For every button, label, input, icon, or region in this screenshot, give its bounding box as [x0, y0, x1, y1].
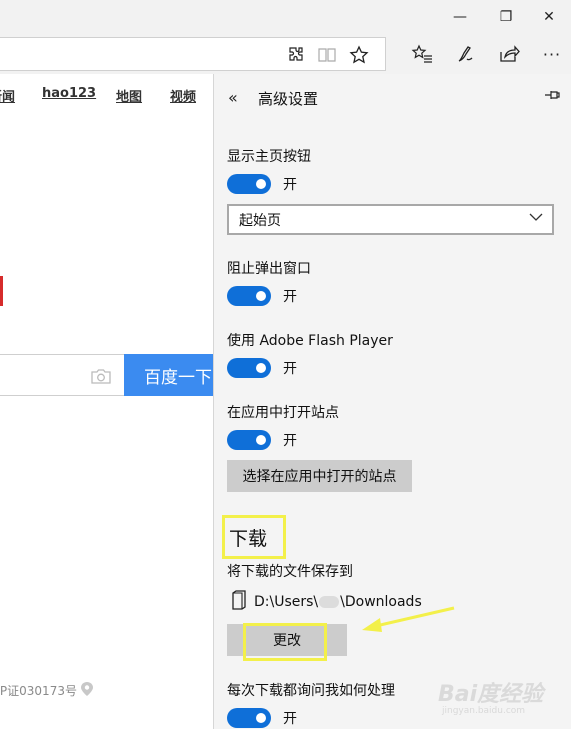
- toggle-knob: [256, 435, 266, 445]
- nav-link-news[interactable]: 新闻: [0, 86, 15, 105]
- nav-link-map[interactable]: 地图: [116, 86, 142, 105]
- pin-icon[interactable]: [544, 89, 560, 105]
- search-input[interactable]: [0, 354, 124, 396]
- minimize-icon: —: [453, 9, 467, 25]
- folder-icon: [231, 590, 247, 614]
- popup-block-toggle-text: 开: [283, 289, 297, 305]
- logo-fragment: [0, 276, 3, 306]
- change-folder-button[interactable]: 更改: [227, 624, 347, 656]
- open-in-app-toggle-row: 开: [227, 430, 297, 450]
- nav-link-hao123[interactable]: hao123: [42, 86, 96, 101]
- web-page: 新闻 hao123 地图 视频 百度一下 ICP证030173号: [0, 74, 213, 729]
- favorites-list-icon[interactable]: [409, 42, 435, 66]
- watermark-sub: jingyan.baidu.com: [442, 706, 526, 716]
- back-icon[interactable]: «: [228, 88, 238, 107]
- toggle-knob: [256, 291, 266, 301]
- ask-download-toggle-row: 开: [227, 708, 297, 728]
- toggle-knob: [256, 179, 266, 189]
- search-button[interactable]: 百度一下: [124, 354, 213, 396]
- share-icon[interactable]: [496, 42, 522, 66]
- open-in-app-toggle[interactable]: [227, 430, 271, 450]
- ask-download-toggle[interactable]: [227, 708, 271, 728]
- title-bar: — ❐ ✕: [0, 0, 571, 34]
- popup-block-label: 阻止弹出窗口: [227, 261, 311, 277]
- maximize-icon: ❐: [499, 9, 513, 25]
- minimize-button[interactable]: —: [437, 0, 483, 34]
- popup-block-toggle-row: 开: [227, 286, 297, 306]
- reading-view-icon[interactable]: [316, 45, 338, 65]
- open-in-app-label: 在应用中打开站点: [227, 405, 339, 421]
- icp-text: ICP证030173号: [0, 681, 94, 700]
- downloads-section-title: 下载: [222, 515, 286, 559]
- home-button-toggle-row: 开: [227, 174, 297, 194]
- more-icon[interactable]: ···: [539, 42, 565, 66]
- nav-link-video[interactable]: 视频: [170, 86, 196, 105]
- extensions-icon[interactable]: [285, 45, 307, 65]
- address-bar[interactable]: [0, 37, 386, 71]
- camera-icon[interactable]: [90, 367, 112, 389]
- popup-block-toggle[interactable]: [227, 286, 271, 306]
- chevron-down-icon: [529, 211, 543, 225]
- flash-toggle-row: 开: [227, 358, 297, 378]
- panel-header: « 高级设置: [214, 74, 571, 120]
- watermark: Bai度经验 jingyan.baidu.com: [432, 672, 566, 720]
- home-button-toggle[interactable]: [227, 174, 271, 194]
- browser-toolbar: ···: [0, 34, 571, 74]
- open-in-app-toggle-text: 开: [283, 433, 297, 449]
- favorite-star-icon[interactable]: [348, 45, 370, 65]
- home-button-toggle-text: 开: [283, 177, 297, 193]
- annotation-arrow: [362, 606, 455, 632]
- ask-download-label: 每次下载都询问我如何处理: [227, 683, 395, 699]
- toggle-knob: [256, 713, 266, 723]
- home-button-label: 显示主页按钮: [227, 149, 311, 165]
- flash-label: 使用 Adobe Flash Player: [227, 333, 393, 349]
- redacted-username: [319, 596, 340, 608]
- panel-title: 高级设置: [258, 90, 319, 108]
- toggle-knob: [256, 363, 266, 373]
- watermark-main: Bai度经验: [438, 682, 544, 707]
- maximize-button[interactable]: ❐: [483, 0, 529, 34]
- flash-toggle[interactable]: [227, 358, 271, 378]
- close-button[interactable]: ✕: [526, 0, 571, 34]
- ask-download-toggle-text: 开: [283, 711, 297, 727]
- pen-notes-icon[interactable]: [452, 42, 478, 66]
- close-icon: ✕: [543, 9, 555, 25]
- save-to-label: 将下载的文件保存到: [227, 564, 353, 580]
- home-page-select[interactable]: 起始页: [227, 204, 554, 235]
- choose-apps-button[interactable]: 选择在应用中打开的站点: [227, 460, 412, 492]
- flash-toggle-text: 开: [283, 361, 297, 377]
- badge-icon: [80, 681, 94, 700]
